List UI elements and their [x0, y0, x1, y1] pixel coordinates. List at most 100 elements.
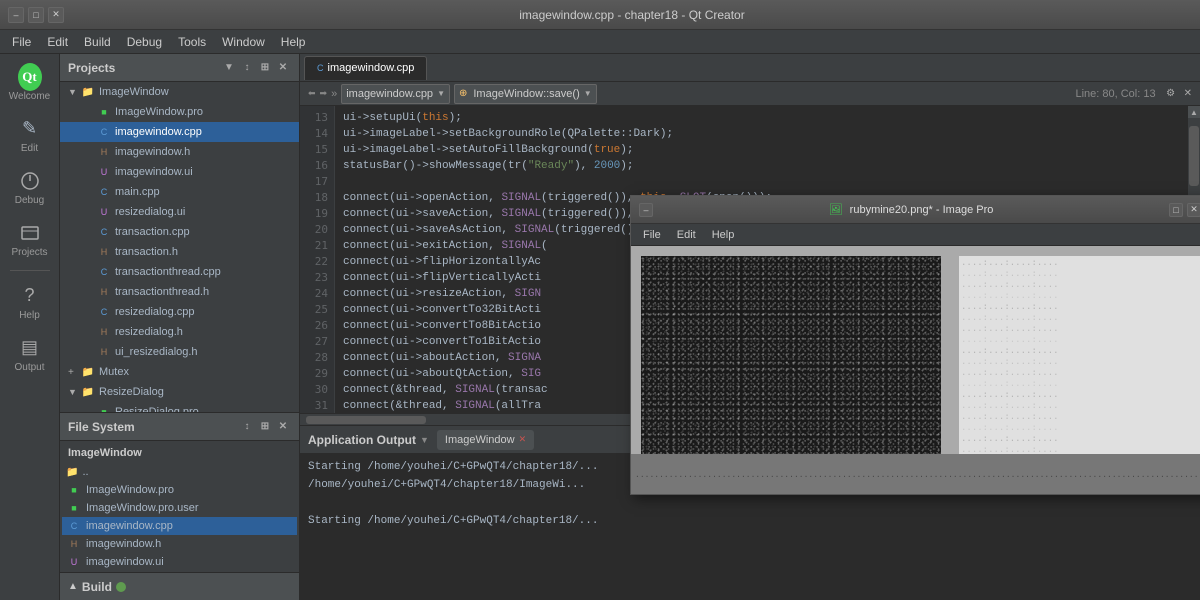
arrow-icon: +	[68, 367, 80, 378]
tree-imagewindow-ui[interactable]: U imagewindow.ui	[60, 162, 299, 182]
menu-debug[interactable]: Debug	[119, 33, 170, 51]
tree-transactionthread-cpp[interactable]: C transactionthread.cpp	[60, 262, 299, 282]
fs-sync-btn[interactable]: ↕	[239, 419, 255, 435]
folder-icon: 📁	[80, 364, 96, 380]
folder-icon: 📁	[80, 384, 96, 400]
fs-item-cpp-sel[interactable]: C imagewindow.cpp	[62, 517, 297, 535]
scrollbar-thumb[interactable]	[1189, 126, 1199, 186]
h-icon: H	[96, 144, 112, 160]
float-maximize-btn[interactable]: □	[1169, 203, 1183, 217]
tree-transaction-cpp[interactable]: C transaction.cpp	[60, 222, 299, 242]
tree-imagewindow-root[interactable]: ▼ 📁 ImageWindow	[60, 82, 299, 102]
tree-resizedialog-cpp[interactable]: C resizedialog.cpp	[60, 302, 299, 322]
output-dropdown-icon[interactable]: ▼	[420, 435, 429, 445]
help-label: Help	[19, 310, 40, 321]
edit-btn[interactable]: ✎ Edit	[4, 110, 56, 160]
tree-transaction-h[interactable]: H transaction.h	[60, 242, 299, 262]
tree-ui-resizedialog-h[interactable]: H ui_resizedialog.h	[60, 342, 299, 362]
output-tab-close-icon[interactable]: ✕	[519, 434, 527, 445]
tree-imagewindow-h[interactable]: H imagewindow.h	[60, 142, 299, 162]
float-win-controls: –	[639, 203, 653, 217]
window-controls[interactable]: – □ ✕	[8, 7, 64, 23]
function-icon: ⊕	[459, 88, 467, 99]
path-nav-back[interactable]: ⬅	[308, 88, 316, 99]
path-nav-fwd[interactable]: ➡	[320, 88, 328, 99]
project-panel: Projects ▼ ↕ ⊞ ✕ ▼ 📁 ImageWindow ■ Image…	[60, 54, 300, 600]
maximize-btn[interactable]: □	[28, 7, 44, 23]
editor-close-btn[interactable]: ✕	[1184, 88, 1192, 99]
float-menu-help[interactable]: Help	[704, 227, 743, 243]
fs-item-pro[interactable]: ■ ImageWindow.pro	[62, 481, 297, 499]
minimize-btn[interactable]: –	[8, 7, 24, 23]
build-status-dot	[116, 582, 126, 592]
tree-item-label: ui_resizedialog.h	[115, 346, 198, 358]
help-btn[interactable]: ? Help	[4, 277, 56, 327]
float-menu-edit[interactable]: Edit	[669, 227, 704, 243]
pro-icon: ■	[96, 104, 112, 120]
image-noise-overlay	[641, 256, 941, 456]
menu-window[interactable]: Window	[214, 33, 273, 51]
editor-tab-imagewindow[interactable]: C imagewindow.cpp	[304, 56, 427, 80]
output-line	[308, 494, 1192, 512]
pro-icon: ■	[96, 404, 112, 412]
sync-btn[interactable]: ↕	[239, 60, 255, 76]
tree-transactionthread-h[interactable]: H transactionthread.h	[60, 282, 299, 302]
fs-item-dotdot[interactable]: 📁 ..	[62, 463, 297, 481]
fs-panel-actions: ↕ ⊞ ✕	[239, 419, 291, 435]
function-label: ImageWindow::save()	[473, 88, 579, 100]
fs-tree: 📁 .. ■ ImageWindow.pro ■ ImageWindow.pro…	[60, 461, 299, 572]
fs-close-btn[interactable]: ✕	[275, 419, 291, 435]
welcome-btn[interactable]: Qt Welcome	[4, 58, 56, 108]
menu-build[interactable]: Build	[76, 33, 119, 51]
filter-btn[interactable]: ▼	[221, 60, 237, 76]
cpp-tab-icon: C	[317, 63, 324, 73]
debug-icon	[18, 169, 42, 193]
qt-logo-icon: Qt	[18, 65, 42, 89]
projects-header-label: Projects	[68, 61, 115, 75]
tree-item-label: imagewindow.ui	[115, 166, 193, 178]
projects-btn[interactable]: Projects	[4, 214, 56, 264]
tree-resizedialog-h[interactable]: H resizedialog.h	[60, 322, 299, 342]
menu-tools[interactable]: Tools	[170, 33, 214, 51]
tree-imagewindow-pro[interactable]: ■ ImageWindow.pro	[60, 102, 299, 122]
float-close-btn[interactable]: ✕	[1187, 203, 1200, 217]
close-panel-btn[interactable]: ✕	[275, 60, 291, 76]
editor-settings-btn[interactable]: ⚙	[1164, 87, 1178, 101]
file-path-combo[interactable]: imagewindow.cpp ▼	[341, 84, 450, 104]
menu-help[interactable]: Help	[273, 33, 314, 51]
menu-file[interactable]: File	[4, 33, 39, 51]
build-panel[interactable]: ▲ Build	[60, 572, 299, 600]
tree-item-label: transaction.cpp	[115, 226, 190, 238]
output-btn[interactable]: ▤ Output	[4, 329, 56, 379]
h-icon: H	[96, 244, 112, 260]
scroll-up-btn[interactable]: ▲	[1188, 106, 1200, 118]
fs-item-pro-user[interactable]: ■ ImageWindow.pro.user	[62, 499, 297, 517]
output-tab-imagewindow[interactable]: ImageWindow ✕	[437, 430, 534, 450]
float-minimize-btn[interactable]: –	[639, 203, 653, 217]
fs-item-h[interactable]: H imagewindow.h	[62, 535, 297, 553]
hscroll-thumb[interactable]	[306, 416, 426, 424]
fs-item-name: imagewindow.ui	[86, 556, 164, 568]
editor-path-bar: ⬅ ➡ » imagewindow.cpp ▼ ⊕ ImageWindow::s…	[300, 82, 1200, 106]
tree-resizedialog-root[interactable]: ▼ 📁 ResizeDialog	[60, 382, 299, 402]
build-label: Build	[82, 580, 112, 594]
menu-edit[interactable]: Edit	[39, 33, 76, 51]
tree-resizedialog-ui[interactable]: U resizedialog.ui	[60, 202, 299, 222]
function-combo[interactable]: ⊕ ImageWindow::save() ▼	[454, 84, 597, 104]
debug-btn[interactable]: Debug	[4, 162, 56, 212]
pro-icon: ■	[66, 503, 82, 513]
tree-resizedialog-sub-pro[interactable]: ■ ResizeDialog.pro	[60, 402, 299, 412]
tree-item-label: ImageWindow.pro	[115, 106, 203, 118]
icon-sidebar: Qt Welcome ✎ Edit Debug Projects ? Help …	[0, 54, 60, 600]
fs-item-ui[interactable]: U imagewindow.ui	[62, 553, 297, 571]
fs-expand-btn[interactable]: ⊞	[257, 419, 273, 435]
file-system-label: File System	[68, 420, 135, 434]
h-icon: H	[96, 284, 112, 300]
tree-mutex-root[interactable]: + 📁 Mutex	[60, 362, 299, 382]
float-menu-file[interactable]: File	[635, 227, 669, 243]
tree-imagewindow-cpp[interactable]: C imagewindow.cpp	[60, 122, 299, 142]
editor-toolbar: C imagewindow.cpp	[300, 54, 1200, 82]
close-btn[interactable]: ✕	[48, 7, 64, 23]
tree-main-cpp[interactable]: C main.cpp	[60, 182, 299, 202]
expand-btn[interactable]: ⊞	[257, 60, 273, 76]
